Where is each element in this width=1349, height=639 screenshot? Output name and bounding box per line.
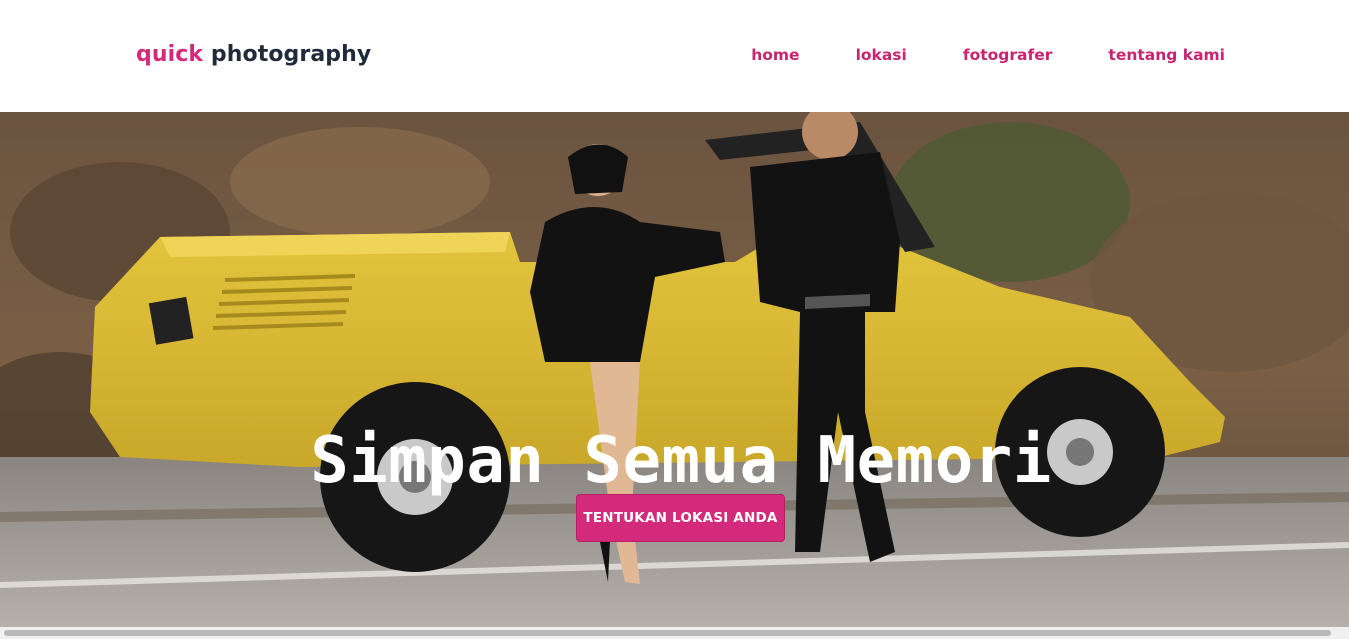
nav-link-home[interactable]: home [751, 46, 799, 64]
brand-logo[interactable]: quick photography [136, 42, 371, 67]
hero-photo [0, 112, 1349, 627]
nav-link-tentang-kami[interactable]: tentang kami [1108, 46, 1225, 64]
choose-location-button[interactable]: TENTUKAN LOKASI ANDA [576, 494, 785, 542]
hero-title: Simpan Semua Memori [310, 424, 1052, 498]
brand-rest: photography [210, 42, 372, 67]
nav-menu: home lokasi fotografer tentang kami [751, 46, 1225, 64]
nav-link-lokasi[interactable]: lokasi [856, 46, 907, 64]
nav-link-fotografer[interactable]: fotografer [963, 46, 1053, 64]
brand-accent: quick [136, 42, 204, 67]
hero-section: Simpan Semua Memori TENTUKAN LOKASI ANDA [0, 112, 1349, 627]
navbar: quick photography home lokasi fotografer… [0, 0, 1349, 112]
scrollbar-thumb[interactable] [4, 630, 1331, 636]
